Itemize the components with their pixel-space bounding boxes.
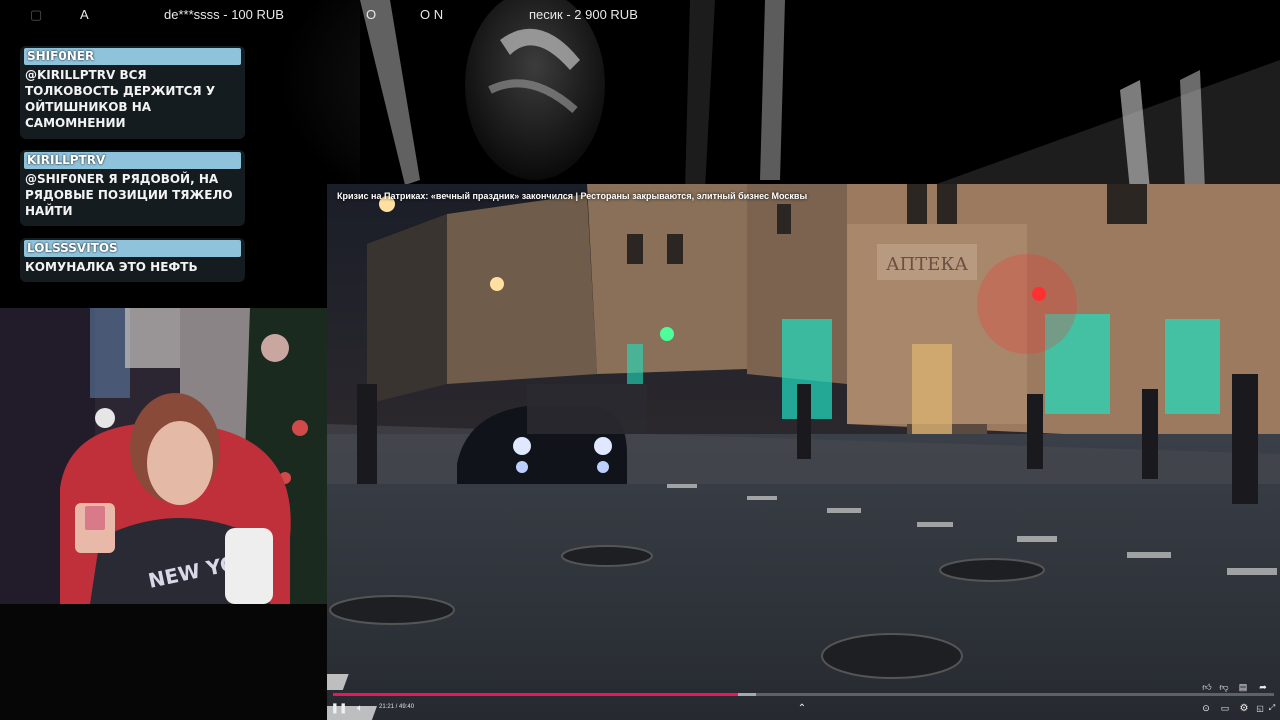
thumbs-down-icon[interactable]: 👎︎ (1217, 680, 1231, 694)
comment-icon[interactable]: ▤ (1236, 680, 1250, 694)
ticker-item: O N (420, 7, 444, 22)
chat-username: KIRILLPTRV (24, 152, 241, 169)
ticker-item: O (366, 7, 377, 22)
shop-sign: АПТЕКА (886, 254, 968, 275)
video-player[interactable]: АПТЕКА Кризис на Патриках: «вечный празд… (327, 184, 1280, 720)
ticker-item: A (80, 7, 89, 22)
chat-username: LOLSSSVITOS (24, 240, 241, 257)
gear-icon[interactable]: ⚙ (1237, 701, 1251, 715)
volume-icon[interactable]: 🔈︎ (353, 701, 367, 715)
video-title: Кризис на Патриках: «вечный праздник» за… (337, 191, 808, 201)
autoplay-toggle-icon[interactable]: ⊙ (1199, 701, 1213, 715)
player-controls: ❚❚ 🔈︎ 21:21 / 49:40 ⌃ 👍︎ 👎︎ ▤ ➦ ⊙ ▭ ⚙ ◱ … (327, 682, 1280, 720)
chat-message: KIRILLPTRV @SHIF0NER Я РЯДОВОЙ, НА РЯДОВ… (20, 150, 245, 226)
chat-text: @SHIF0NER Я РЯДОВОЙ, НА РЯДОВЫЕ ПОЗИЦИИ … (25, 172, 233, 218)
donation-ticker: ▢ A de***ssss - 100 RUB O O N песик - 2 … (0, 0, 1280, 30)
time-display: 21:21 / 49:40 (379, 704, 415, 710)
ticker-dot-icon: ▢ (30, 7, 43, 22)
fullscreen-icon[interactable]: ⤢ (1265, 701, 1279, 715)
streamer-image: NEW YORK (0, 308, 327, 604)
chat-text: КОМУНАЛКА ЭТО НЕФТЬ (25, 260, 198, 274)
pause-icon[interactable]: ❚❚ (331, 701, 348, 715)
chat-username: SHIF0NER (24, 48, 241, 65)
chat-text: @KIRILLPTRV ВСЯ ТОЛКОВОСТЬ ДЕРЖИТСЯ У ОЙ… (25, 68, 216, 130)
ticker-item: de***ssss - 100 RUB (164, 7, 284, 22)
ticker-item: песик - 2 900 RUB (529, 7, 638, 22)
lower-left-panel (0, 604, 327, 720)
webcam-feed: NEW YORK (0, 308, 327, 604)
subtitles-icon[interactable]: ▭ (1218, 701, 1232, 715)
share-icon[interactable]: ➦ (1256, 680, 1270, 694)
chat-message: LOLSSSVITOS КОМУНАЛКА ЭТО НЕФТЬ (20, 238, 245, 282)
video-frame: АПТЕКА (327, 184, 1280, 720)
chevron-up-icon[interactable]: ⌃ (795, 701, 809, 715)
thumbs-up-icon[interactable]: 👍︎ (1200, 680, 1214, 694)
chat-message: SHIF0NER @KIRILLPTRV ВСЯ ТОЛКОВОСТЬ ДЕРЖ… (20, 46, 245, 139)
